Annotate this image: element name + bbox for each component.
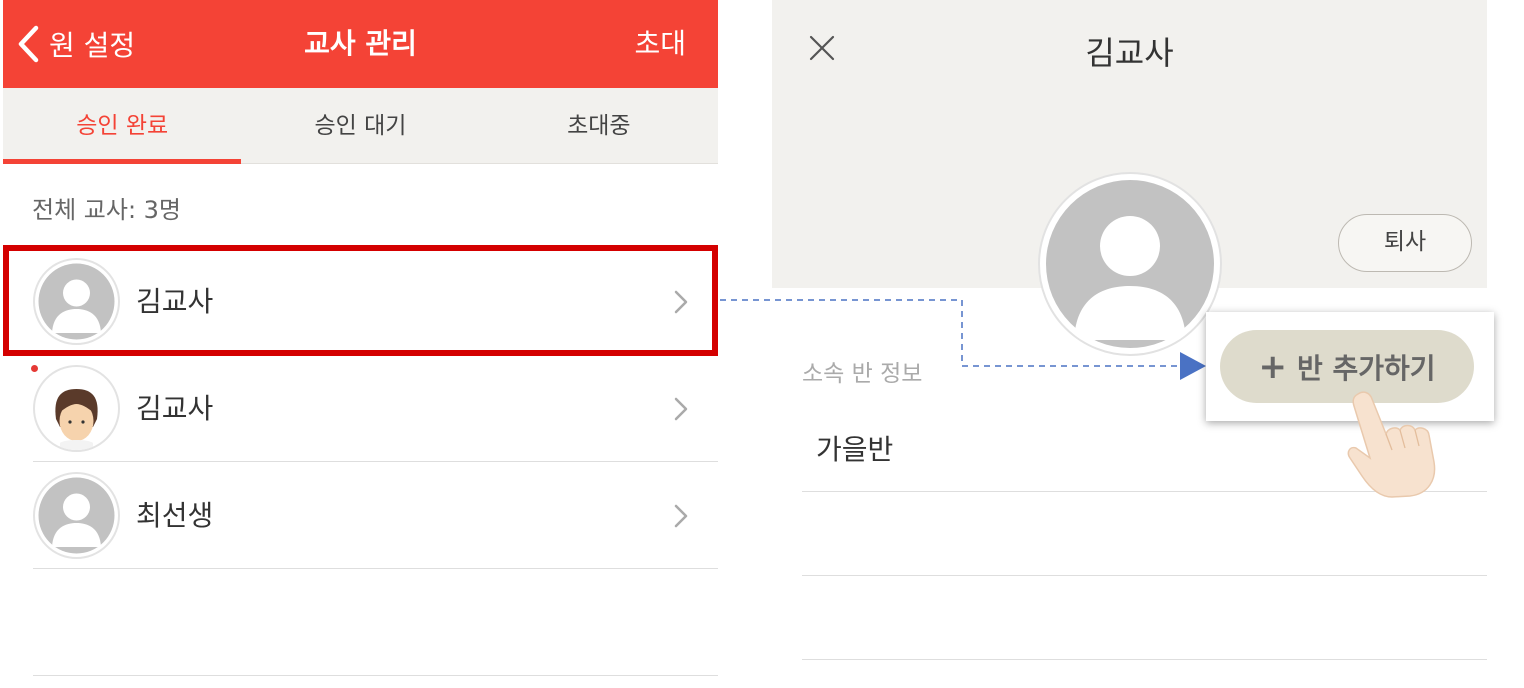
- chevron-right-icon: [674, 290, 688, 314]
- teacher-name: 최선생: [136, 499, 214, 532]
- profile-name: 김교사: [1085, 34, 1174, 72]
- add-class-callout: + 반 추가하기: [1206, 312, 1494, 421]
- notification-dot: [31, 365, 38, 372]
- class-row: [802, 576, 1487, 660]
- teacher-count: 전체 교사: 3명: [32, 196, 182, 224]
- app-header: 원 설정 교사 관리 초대: [3, 0, 718, 88]
- resign-button[interactable]: 퇴사: [1338, 214, 1472, 272]
- empty-row: [33, 569, 718, 676]
- default-avatar-icon: [33, 472, 120, 559]
- back-button[interactable]: 원 설정: [17, 0, 135, 88]
- tab-pending[interactable]: 승인 대기: [241, 88, 479, 163]
- teacher-name: 김교사: [136, 392, 214, 425]
- plus-icon: +: [1258, 346, 1287, 387]
- teacher-name: 김교사: [136, 285, 214, 318]
- profile-avatar-icon: [1038, 172, 1222, 356]
- tab-approved[interactable]: 승인 완료: [3, 88, 242, 164]
- teacher-row[interactable]: 김교사: [33, 355, 718, 462]
- chevron-right-icon: [674, 397, 688, 421]
- girl-avatar-icon: [33, 365, 120, 452]
- add-class-label: 반 추가하기: [1296, 351, 1436, 385]
- chevron-right-icon: [674, 504, 688, 528]
- tab-bar: 승인 완료 승인 대기 초대중: [3, 88, 718, 164]
- chevron-left-icon: [18, 25, 39, 63]
- class-name: 가을반: [816, 433, 894, 466]
- tab-inviting[interactable]: 초대중: [480, 88, 718, 163]
- class-section-label: 소속 반 정보: [802, 361, 923, 387]
- class-row: [802, 492, 1487, 576]
- default-avatar-icon: [33, 258, 120, 345]
- invite-button[interactable]: 초대: [634, 0, 686, 88]
- teacher-row[interactable]: 최선생: [33, 462, 718, 569]
- back-label: 원 설정: [49, 29, 136, 62]
- add-class-button[interactable]: + 반 추가하기: [1220, 330, 1474, 403]
- teacher-management-screen: 원 설정 교사 관리 초대 승인 완료 승인 대기 초대중 전체 교사: 3명 …: [3, 0, 718, 688]
- teacher-row[interactable]: 김교사: [33, 248, 718, 355]
